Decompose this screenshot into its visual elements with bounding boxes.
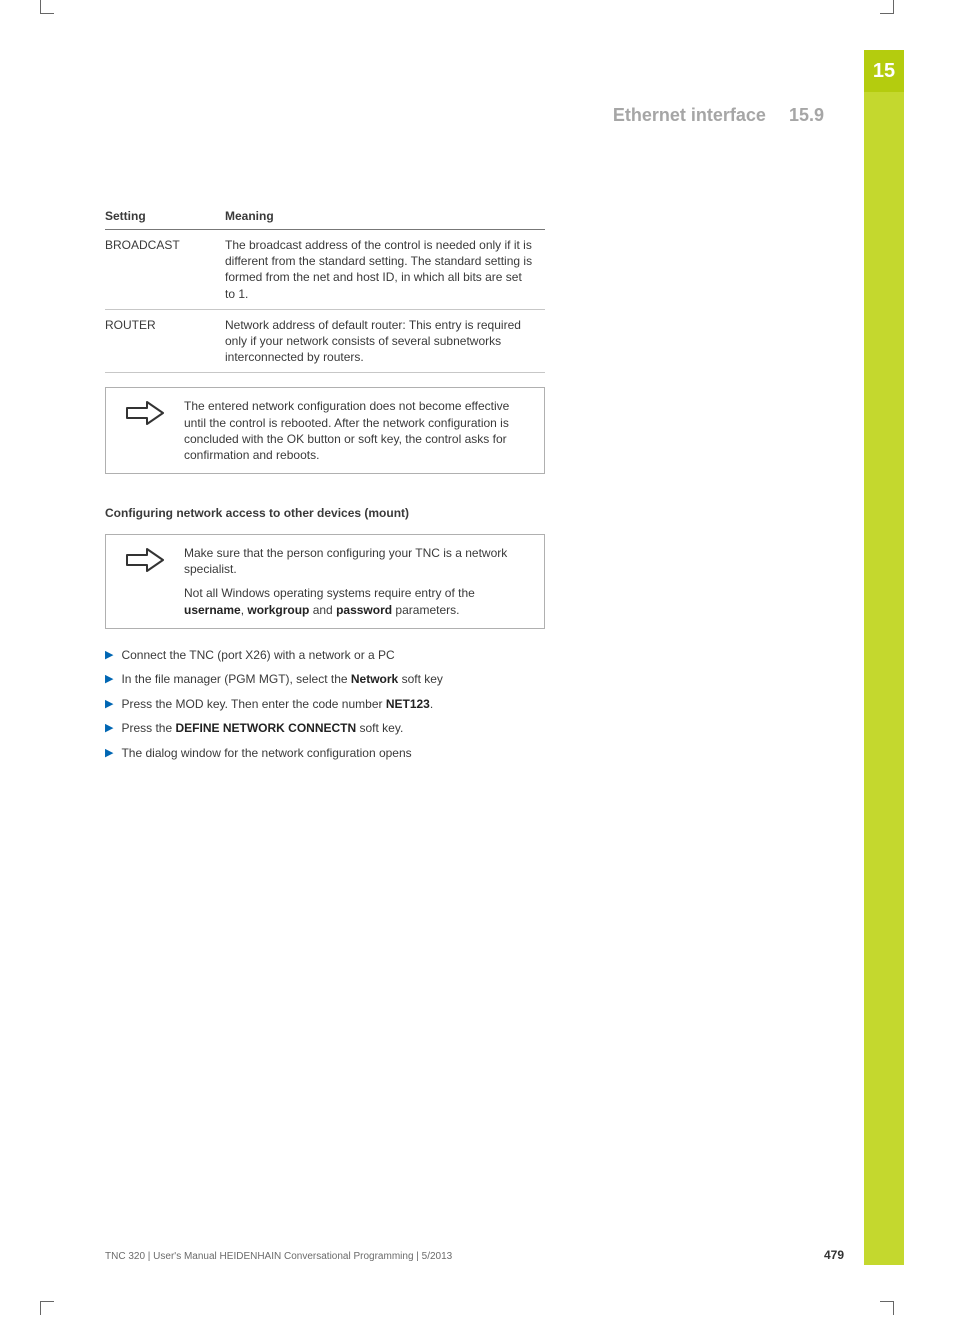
note-callout: The entered network configuration does n… [105, 387, 545, 474]
note-text: The entered network configuration does n… [184, 398, 534, 463]
bullet-icon: ▶ [105, 671, 113, 688]
crop-mark [880, 1301, 894, 1315]
setting-name: ROUTER [105, 309, 225, 373]
bullet-icon: ▶ [105, 720, 113, 737]
footer-text: TNC 320 | User's Manual HEIDENHAIN Conve… [105, 1251, 452, 1262]
tnc-screenshot: Program run full sequence Table editing … [560, 562, 854, 774]
page-footer: TNC 320 | User's Manual HEIDENHAIN Conve… [105, 1248, 844, 1262]
table-header: Meaning [225, 205, 545, 230]
table-header: Setting [105, 205, 225, 230]
arrow-right-icon [125, 400, 165, 426]
running-head-number: 15.9 [789, 105, 824, 125]
table-row: BROADCAST The broadcast address of the c… [105, 230, 545, 310]
crop-mark [40, 1301, 54, 1315]
running-head: Ethernet interface 15.9 [613, 105, 824, 126]
note-callout: Make sure that the person configuring yo… [105, 534, 545, 629]
bullet-icon: ▶ [105, 745, 113, 762]
crop-mark [40, 0, 54, 14]
section-heading: Configuring network access to other devi… [105, 506, 845, 520]
arrow-right-icon [125, 547, 165, 573]
running-head-title: Ethernet interface [613, 105, 766, 125]
side-stripe [864, 92, 904, 1265]
setting-name: BROADCAST [105, 230, 225, 310]
page-number: 479 [824, 1248, 844, 1262]
crop-mark [880, 0, 894, 14]
note-text: Not all Windows operating systems requir… [184, 585, 534, 617]
bullet-icon: ▶ [105, 696, 113, 713]
setting-meaning: Network address of default router: This … [225, 309, 545, 373]
table-row: ROUTER Network address of default router… [105, 309, 545, 373]
setting-meaning: The broadcast address of the control is … [225, 230, 545, 310]
note-text: Make sure that the person configuring yo… [184, 545, 534, 577]
chapter-tab: 15 [864, 50, 904, 92]
bullet-icon: ▶ [105, 647, 113, 664]
settings-table: Setting Meaning BROADCAST The broadcast … [105, 205, 545, 373]
